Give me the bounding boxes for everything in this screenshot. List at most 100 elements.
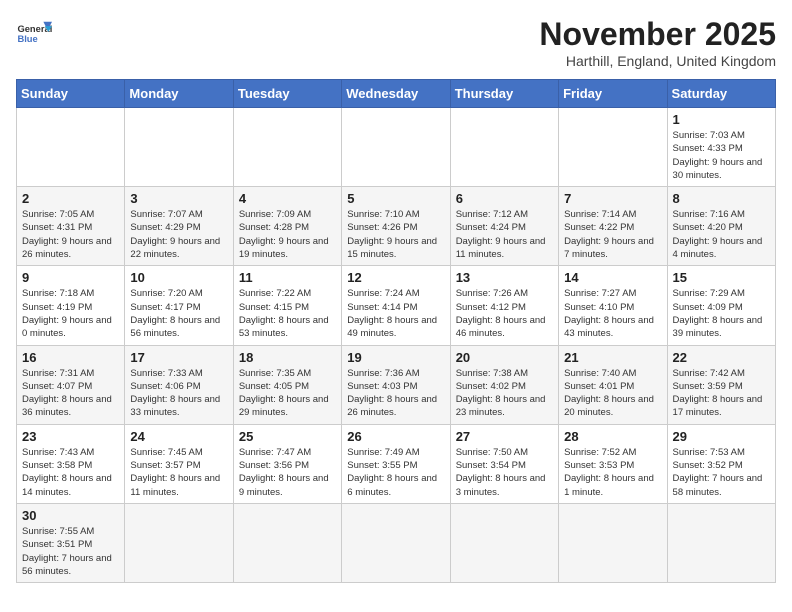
day-info: Sunrise: 7:14 AMSunset: 4:22 PMDaylight:… bbox=[564, 208, 661, 261]
calendar-day-cell: 3 Sunrise: 7:07 AMSunset: 4:29 PMDaylight… bbox=[125, 187, 233, 266]
calendar-day-cell: 2Sunrise: 7:05 AMSunset: 4:31 PMDaylight… bbox=[17, 187, 125, 266]
calendar-day-cell bbox=[342, 503, 450, 582]
day-number: 16 bbox=[22, 350, 119, 365]
calendar-day-cell: 13Sunrise: 7:26 AMSunset: 4:12 PMDayligh… bbox=[450, 266, 558, 345]
calendar-day-cell: 27Sunrise: 7:50 AMSunset: 3:54 PMDayligh… bbox=[450, 424, 558, 503]
day-number: 6 bbox=[456, 191, 553, 206]
day-info: Sunrise: 7:05 AMSunset: 4:31 PMDaylight:… bbox=[22, 208, 119, 261]
calendar-subtitle: Harthill, England, United Kingdom bbox=[539, 53, 776, 69]
calendar-day-cell: 1 Sunrise: 7:03 AMSunset: 4:33 PMDaylight… bbox=[667, 108, 775, 187]
calendar-title: November 2025 bbox=[539, 16, 776, 53]
calendar-day-cell bbox=[125, 503, 233, 582]
calendar-day-cell: 10 Sunrise: 7:20 AMSunset: 4:17 PMDayligh… bbox=[125, 266, 233, 345]
calendar-day-cell: 8Sunrise: 7:16 AMSunset: 4:20 PMDaylight… bbox=[667, 187, 775, 266]
calendar-day-cell: 21 Sunrise: 7:40 AMSunset: 4:01 PMDayligh… bbox=[559, 345, 667, 424]
calendar-day-cell bbox=[125, 108, 233, 187]
day-info: Sunrise: 7:07 AMSunset: 4:29 PMDaylight:… bbox=[130, 208, 227, 261]
calendar-day-cell: 18 Sunrise: 7:35 AMSunset: 4:05 PMDayligh… bbox=[233, 345, 341, 424]
calendar-day-cell: 24Sunrise: 7:45 AMSunset: 3:57 PMDayligh… bbox=[125, 424, 233, 503]
day-info: Sunrise: 7:49 AMSunset: 3:55 PMDaylight:… bbox=[347, 446, 444, 499]
calendar-day-cell: 29 Sunrise: 7:53 AMSunset: 3:52 PMDayligh… bbox=[667, 424, 775, 503]
day-info: Sunrise: 7:35 AMSunset: 4:05 PMDaylight:… bbox=[239, 367, 336, 420]
svg-text:Blue: Blue bbox=[17, 34, 37, 44]
day-number: 4 bbox=[239, 191, 336, 206]
logo-icon: General Blue bbox=[16, 16, 52, 52]
day-info: Sunrise: 7:12 AMSunset: 4:24 PMDaylight:… bbox=[456, 208, 553, 261]
calendar-week-row: 30 Sunrise: 7:55 AMSunset: 3:51 PMDayligh… bbox=[17, 503, 776, 582]
day-number: 18 bbox=[239, 350, 336, 365]
day-info: Sunrise: 7:29 AMSunset: 4:09 PMDaylight:… bbox=[673, 287, 770, 340]
calendar-day-cell: 9 Sunrise: 7:18 AMSunset: 4:19 PMDaylight… bbox=[17, 266, 125, 345]
day-number: 15 bbox=[673, 270, 770, 285]
calendar-day-cell bbox=[450, 503, 558, 582]
day-number: 30 bbox=[22, 508, 119, 523]
calendar-day-cell bbox=[559, 108, 667, 187]
logo: General Blue bbox=[16, 16, 52, 52]
calendar-day-cell: 12 Sunrise: 7:24 AMSunset: 4:14 PMDayligh… bbox=[342, 266, 450, 345]
day-number: 19 bbox=[347, 350, 444, 365]
weekday-header-sunday: Sunday bbox=[17, 80, 125, 108]
day-number: 25 bbox=[239, 429, 336, 444]
day-number: 1 bbox=[673, 112, 770, 127]
day-number: 24 bbox=[130, 429, 227, 444]
calendar-day-cell: 5 Sunrise: 7:10 AMSunset: 4:26 PMDaylight… bbox=[342, 187, 450, 266]
calendar-day-cell bbox=[17, 108, 125, 187]
day-number: 3 bbox=[130, 191, 227, 206]
day-info: Sunrise: 7:40 AMSunset: 4:01 PMDaylight:… bbox=[564, 367, 661, 420]
calendar-day-cell bbox=[559, 503, 667, 582]
day-info: Sunrise: 7:26 AMSunset: 4:12 PMDaylight:… bbox=[456, 287, 553, 340]
day-number: 14 bbox=[564, 270, 661, 285]
day-info: Sunrise: 7:36 AMSunset: 4:03 PMDaylight:… bbox=[347, 367, 444, 420]
day-info: Sunrise: 7:43 AMSunset: 3:58 PMDaylight:… bbox=[22, 446, 119, 499]
weekday-header-tuesday: Tuesday bbox=[233, 80, 341, 108]
calendar-day-cell bbox=[233, 503, 341, 582]
calendar-week-row: 1 Sunrise: 7:03 AMSunset: 4:33 PMDaylight… bbox=[17, 108, 776, 187]
calendar-day-cell: 19 Sunrise: 7:36 AMSunset: 4:03 PMDayligh… bbox=[342, 345, 450, 424]
calendar-day-cell: 28 Sunrise: 7:52 AMSunset: 3:53 PMDayligh… bbox=[559, 424, 667, 503]
calendar-day-cell: 7Sunrise: 7:14 AMSunset: 4:22 PMDaylight… bbox=[559, 187, 667, 266]
day-info: Sunrise: 7:38 AMSunset: 4:02 PMDaylight:… bbox=[456, 367, 553, 420]
day-number: 29 bbox=[673, 429, 770, 444]
day-number: 21 bbox=[564, 350, 661, 365]
calendar-day-cell: 14Sunrise: 7:27 AMSunset: 4:10 PMDayligh… bbox=[559, 266, 667, 345]
day-info: Sunrise: 7:47 AMSunset: 3:56 PMDaylight:… bbox=[239, 446, 336, 499]
day-info: Sunrise: 7:52 AMSunset: 3:53 PMDaylight:… bbox=[564, 446, 661, 499]
day-info: Sunrise: 7:53 AMSunset: 3:52 PMDaylight:… bbox=[673, 446, 770, 499]
weekday-header-wednesday: Wednesday bbox=[342, 80, 450, 108]
day-number: 20 bbox=[456, 350, 553, 365]
day-number: 28 bbox=[564, 429, 661, 444]
calendar-day-cell: 16 Sunrise: 7:31 AMSunset: 4:07 PMDayligh… bbox=[17, 345, 125, 424]
day-number: 26 bbox=[347, 429, 444, 444]
calendar-day-cell: 15 Sunrise: 7:29 AMSunset: 4:09 PMDayligh… bbox=[667, 266, 775, 345]
day-info: Sunrise: 7:24 AMSunset: 4:14 PMDaylight:… bbox=[347, 287, 444, 340]
day-number: 8 bbox=[673, 191, 770, 206]
day-number: 10 bbox=[130, 270, 227, 285]
day-number: 23 bbox=[22, 429, 119, 444]
calendar-day-cell: 26 Sunrise: 7:49 AMSunset: 3:55 PMDayligh… bbox=[342, 424, 450, 503]
day-info: Sunrise: 7:20 AMSunset: 4:17 PMDaylight:… bbox=[130, 287, 227, 340]
calendar-week-row: 23 Sunrise: 7:43 AMSunset: 3:58 PMDayligh… bbox=[17, 424, 776, 503]
calendar-day-cell: 23 Sunrise: 7:43 AMSunset: 3:58 PMDayligh… bbox=[17, 424, 125, 503]
day-info: Sunrise: 7:18 AMSunset: 4:19 PMDaylight:… bbox=[22, 287, 119, 340]
day-info: Sunrise: 7:10 AMSunset: 4:26 PMDaylight:… bbox=[347, 208, 444, 261]
day-info: Sunrise: 7:03 AMSunset: 4:33 PMDaylight:… bbox=[673, 129, 770, 182]
weekday-header-row: SundayMondayTuesdayWednesdayThursdayFrid… bbox=[17, 80, 776, 108]
day-info: Sunrise: 7:31 AMSunset: 4:07 PMDaylight:… bbox=[22, 367, 119, 420]
day-number: 5 bbox=[347, 191, 444, 206]
day-info: Sunrise: 7:55 AMSunset: 3:51 PMDaylight:… bbox=[22, 525, 119, 578]
calendar-day-cell bbox=[342, 108, 450, 187]
calendar-week-row: 9 Sunrise: 7:18 AMSunset: 4:19 PMDaylight… bbox=[17, 266, 776, 345]
weekday-header-saturday: Saturday bbox=[667, 80, 775, 108]
calendar-week-row: 16 Sunrise: 7:31 AMSunset: 4:07 PMDayligh… bbox=[17, 345, 776, 424]
calendar-day-cell bbox=[450, 108, 558, 187]
day-number: 12 bbox=[347, 270, 444, 285]
day-info: Sunrise: 7:22 AMSunset: 4:15 PMDaylight:… bbox=[239, 287, 336, 340]
day-number: 17 bbox=[130, 350, 227, 365]
page-header: General Blue November 2025 Harthill, Eng… bbox=[16, 16, 776, 69]
calendar-day-cell: 20 Sunrise: 7:38 AMSunset: 4:02 PMDayligh… bbox=[450, 345, 558, 424]
day-number: 9 bbox=[22, 270, 119, 285]
day-info: Sunrise: 7:42 AMSunset: 3:59 PMDaylight:… bbox=[673, 367, 770, 420]
calendar-day-cell: 11Sunrise: 7:22 AMSunset: 4:15 PMDayligh… bbox=[233, 266, 341, 345]
calendar-day-cell bbox=[233, 108, 341, 187]
calendar-day-cell: 22Sunrise: 7:42 AMSunset: 3:59 PMDayligh… bbox=[667, 345, 775, 424]
